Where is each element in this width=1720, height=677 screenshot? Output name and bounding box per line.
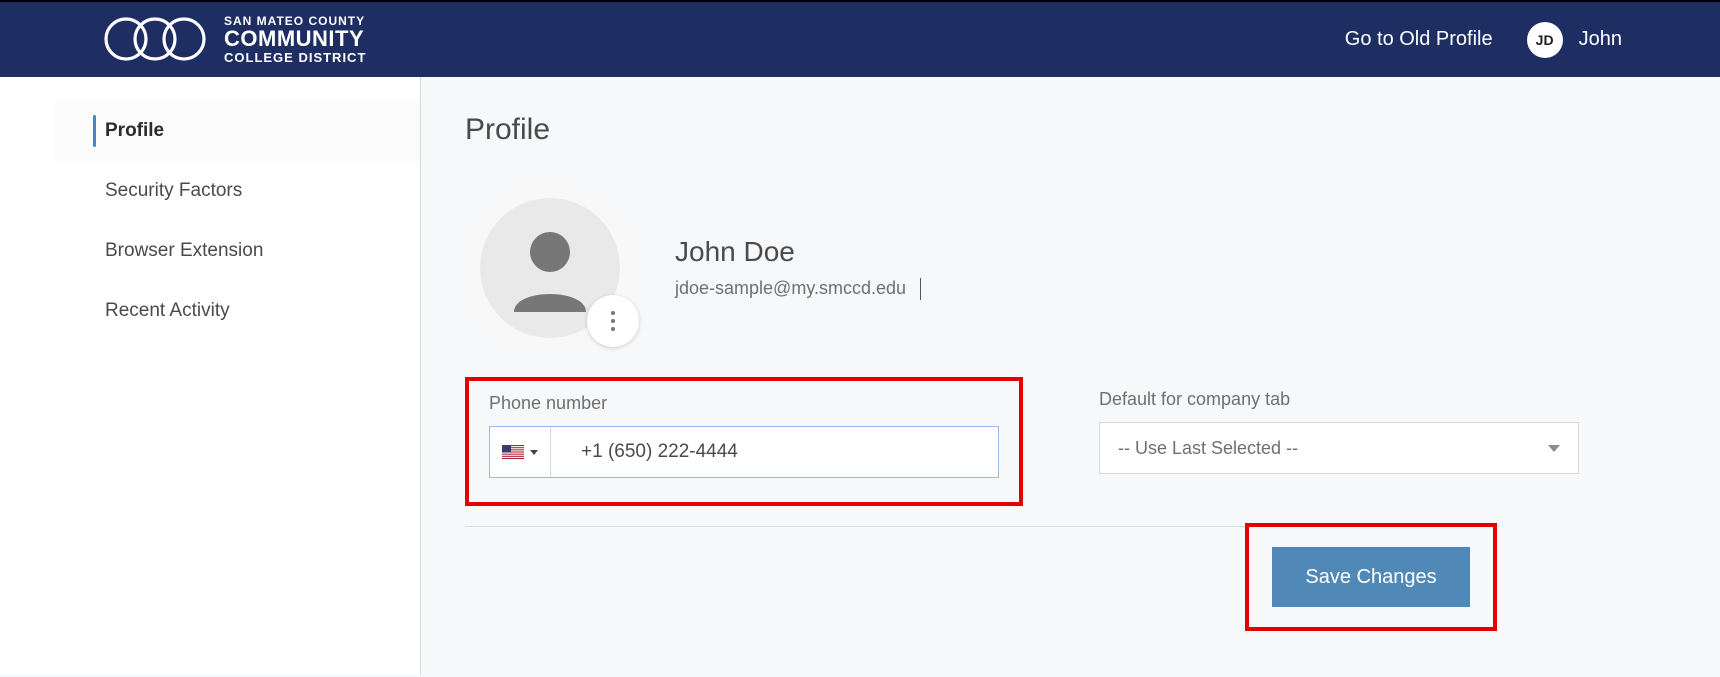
page-title: Profile: [465, 113, 1622, 147]
sidebar-item-label: Recent Activity: [105, 300, 230, 322]
org-name: SAN MATEO COUNTY COMMUNITY COLLEGE DISTR…: [224, 15, 366, 64]
old-profile-link[interactable]: Go to Old Profile: [1345, 28, 1493, 51]
org-logo: SAN MATEO COUNTY COMMUNITY COLLEGE DISTR…: [100, 15, 366, 64]
sidebar-list: Profile Security Factors Browser Extensi…: [55, 101, 420, 341]
profile-display-name: John Doe: [675, 236, 921, 268]
phone-highlight-box: Phone number: [465, 377, 1023, 506]
form-row: Phone number Default for company tab: [465, 377, 1622, 506]
avatar: JD: [1527, 22, 1563, 58]
phone-input[interactable]: [551, 427, 998, 477]
caret-down-icon: [530, 450, 538, 455]
company-tab-select[interactable]: -- Use Last Selected --: [1099, 422, 1579, 474]
company-tab-value: -- Use Last Selected --: [1118, 438, 1298, 459]
profile-email-row: jdoe-sample@my.smccd.edu: [675, 278, 921, 301]
sidebar-item-security-factors[interactable]: Security Factors: [55, 161, 420, 221]
chevron-down-icon: [1548, 445, 1560, 452]
text-cursor-icon: [920, 278, 921, 300]
save-highlight-box: Save Changes: [1245, 523, 1497, 631]
phone-country-selector[interactable]: [490, 427, 551, 477]
app-header: SAN MATEO COUNTY COMMUNITY COLLEGE DISTR…: [0, 2, 1720, 77]
company-tab-column: Default for company tab -- Use Last Sele…: [1099, 377, 1579, 506]
more-vertical-icon: [611, 311, 615, 331]
user-menu[interactable]: JD John: [1527, 22, 1622, 58]
sidebar: Profile Security Factors Browser Extensi…: [0, 77, 421, 675]
sidebar-item-label: Profile: [105, 120, 164, 142]
sidebar-item-browser-extension[interactable]: Browser Extension: [55, 221, 420, 281]
interlocking-rings-icon: [100, 15, 210, 63]
sidebar-item-recent-activity[interactable]: Recent Activity: [55, 281, 420, 341]
sidebar-item-label: Browser Extension: [105, 240, 263, 262]
profile-picture-more-button[interactable]: [587, 295, 639, 347]
org-line3: COLLEGE DISTRICT: [224, 51, 366, 65]
phone-label: Phone number: [489, 393, 999, 414]
app-body: Profile Security Factors Browser Extensi…: [0, 77, 1720, 675]
avatar-name: John: [1579, 28, 1622, 51]
company-tab-label: Default for company tab: [1099, 389, 1579, 410]
profile-picture-wrap: [465, 183, 635, 353]
profile-summary: John Doe jdoe-sample@my.smccd.edu: [465, 183, 1622, 353]
person-silhouette-icon: [502, 220, 598, 316]
sidebar-item-label: Security Factors: [105, 180, 242, 202]
sidebar-item-profile[interactable]: Profile: [55, 101, 420, 161]
header-right-group: Go to Old Profile JD John: [1345, 22, 1622, 58]
phone-field: [489, 426, 999, 478]
save-changes-button[interactable]: Save Changes: [1272, 547, 1470, 607]
profile-email: jdoe-sample@my.smccd.edu: [675, 278, 906, 298]
profile-meta: John Doe jdoe-sample@my.smccd.edu: [675, 236, 921, 301]
org-line2: COMMUNITY: [224, 27, 366, 50]
main-content: Profile John Doe jdoe: [421, 77, 1720, 675]
us-flag-icon: [502, 445, 524, 459]
